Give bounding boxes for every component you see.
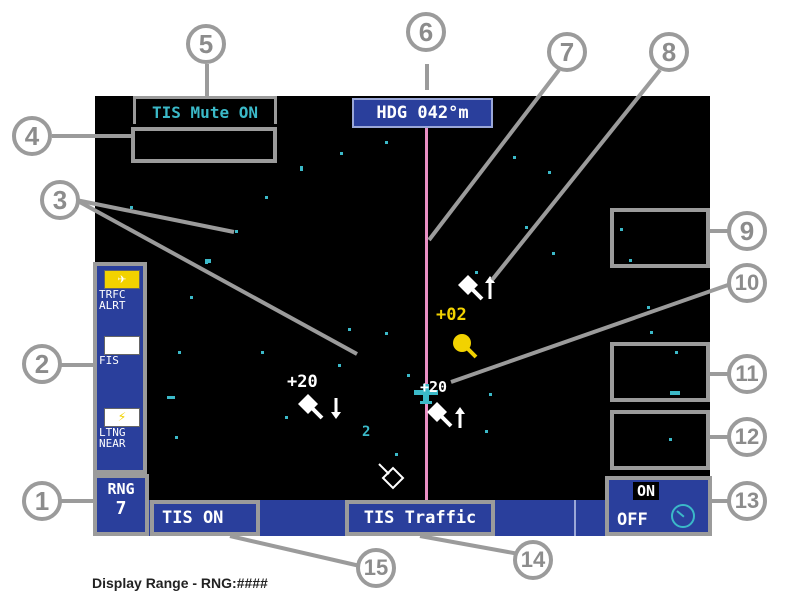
callout-2: 2 (22, 344, 62, 384)
tis-mute-label: TIS Mute ON (133, 96, 277, 124)
sidebar-item-fis[interactable]: ⛆ FIS (99, 336, 145, 366)
callout-6: 6 (406, 12, 446, 52)
sidebar-item-label: ALRT (99, 299, 126, 312)
callout-13: 13 (727, 481, 767, 521)
clock-icon (671, 504, 695, 528)
heading-label: HDG (376, 103, 408, 123)
callout-15: 15 (356, 548, 396, 588)
callout-7: 7 (547, 32, 587, 72)
alert-altitude-label: +02 (436, 305, 467, 325)
range-ring-label: 2 (362, 424, 371, 440)
callout-9: 9 (727, 211, 767, 251)
rng-label: RNG (107, 480, 135, 498)
traffic-alert-icon: ✈ (104, 270, 140, 289)
annotation-box-12 (610, 410, 710, 470)
tis-traffic-label: TIS Traffic (363, 508, 477, 528)
callout-11: 11 (727, 354, 767, 394)
callout-8: 8 (649, 32, 689, 72)
rng-value: 7 (115, 498, 127, 519)
on-label: ON (633, 482, 660, 500)
callout-5: 5 (186, 24, 226, 64)
callout-1: 1 (22, 481, 62, 521)
footer-caption: Display Range - RNG:#### (92, 575, 268, 591)
bottom-divider (574, 500, 576, 536)
sidebar-item-traffic-alert[interactable]: ✈ TRFC ALRT (99, 270, 145, 311)
tis-traffic-button[interactable]: TIS Traffic (345, 500, 495, 536)
rng-button[interactable]: RNG 7 (93, 474, 149, 536)
callout-12: 12 (727, 417, 767, 457)
tis-status-text: TIS ON (162, 508, 224, 528)
off-label: OFF (617, 510, 648, 530)
fis-icon: ⛆ (104, 336, 140, 355)
center-altitude-label: +20 (420, 378, 448, 396)
callout-4: 4 (12, 116, 52, 156)
left-sidebar: ✈ TRFC ALRT ⛆ FIS ⚡ LTNG NEAR (93, 262, 147, 474)
sidebar-item-label: NEAR (99, 437, 126, 450)
annotation-box-4 (131, 127, 277, 163)
heading-value: 042°m (417, 103, 469, 123)
callout-14: 14 (513, 540, 553, 580)
heading-line (425, 126, 428, 506)
left-altitude-label: +20 (287, 372, 318, 392)
annotation-box-11 (610, 342, 710, 402)
annotation-box-9 (610, 208, 710, 268)
sidebar-item-lightning[interactable]: ⚡ LTNG NEAR (99, 408, 145, 449)
callout-10: 10 (727, 263, 767, 303)
heading-box: HDG 042°m (352, 98, 493, 128)
sidebar-item-label: FIS (99, 354, 119, 367)
lightning-icon: ⚡ (104, 408, 140, 427)
tis-status-field: TIS ON (150, 500, 260, 536)
callout-3: 3 (40, 180, 80, 220)
on-off-toggle[interactable]: ON OFF (605, 476, 712, 536)
